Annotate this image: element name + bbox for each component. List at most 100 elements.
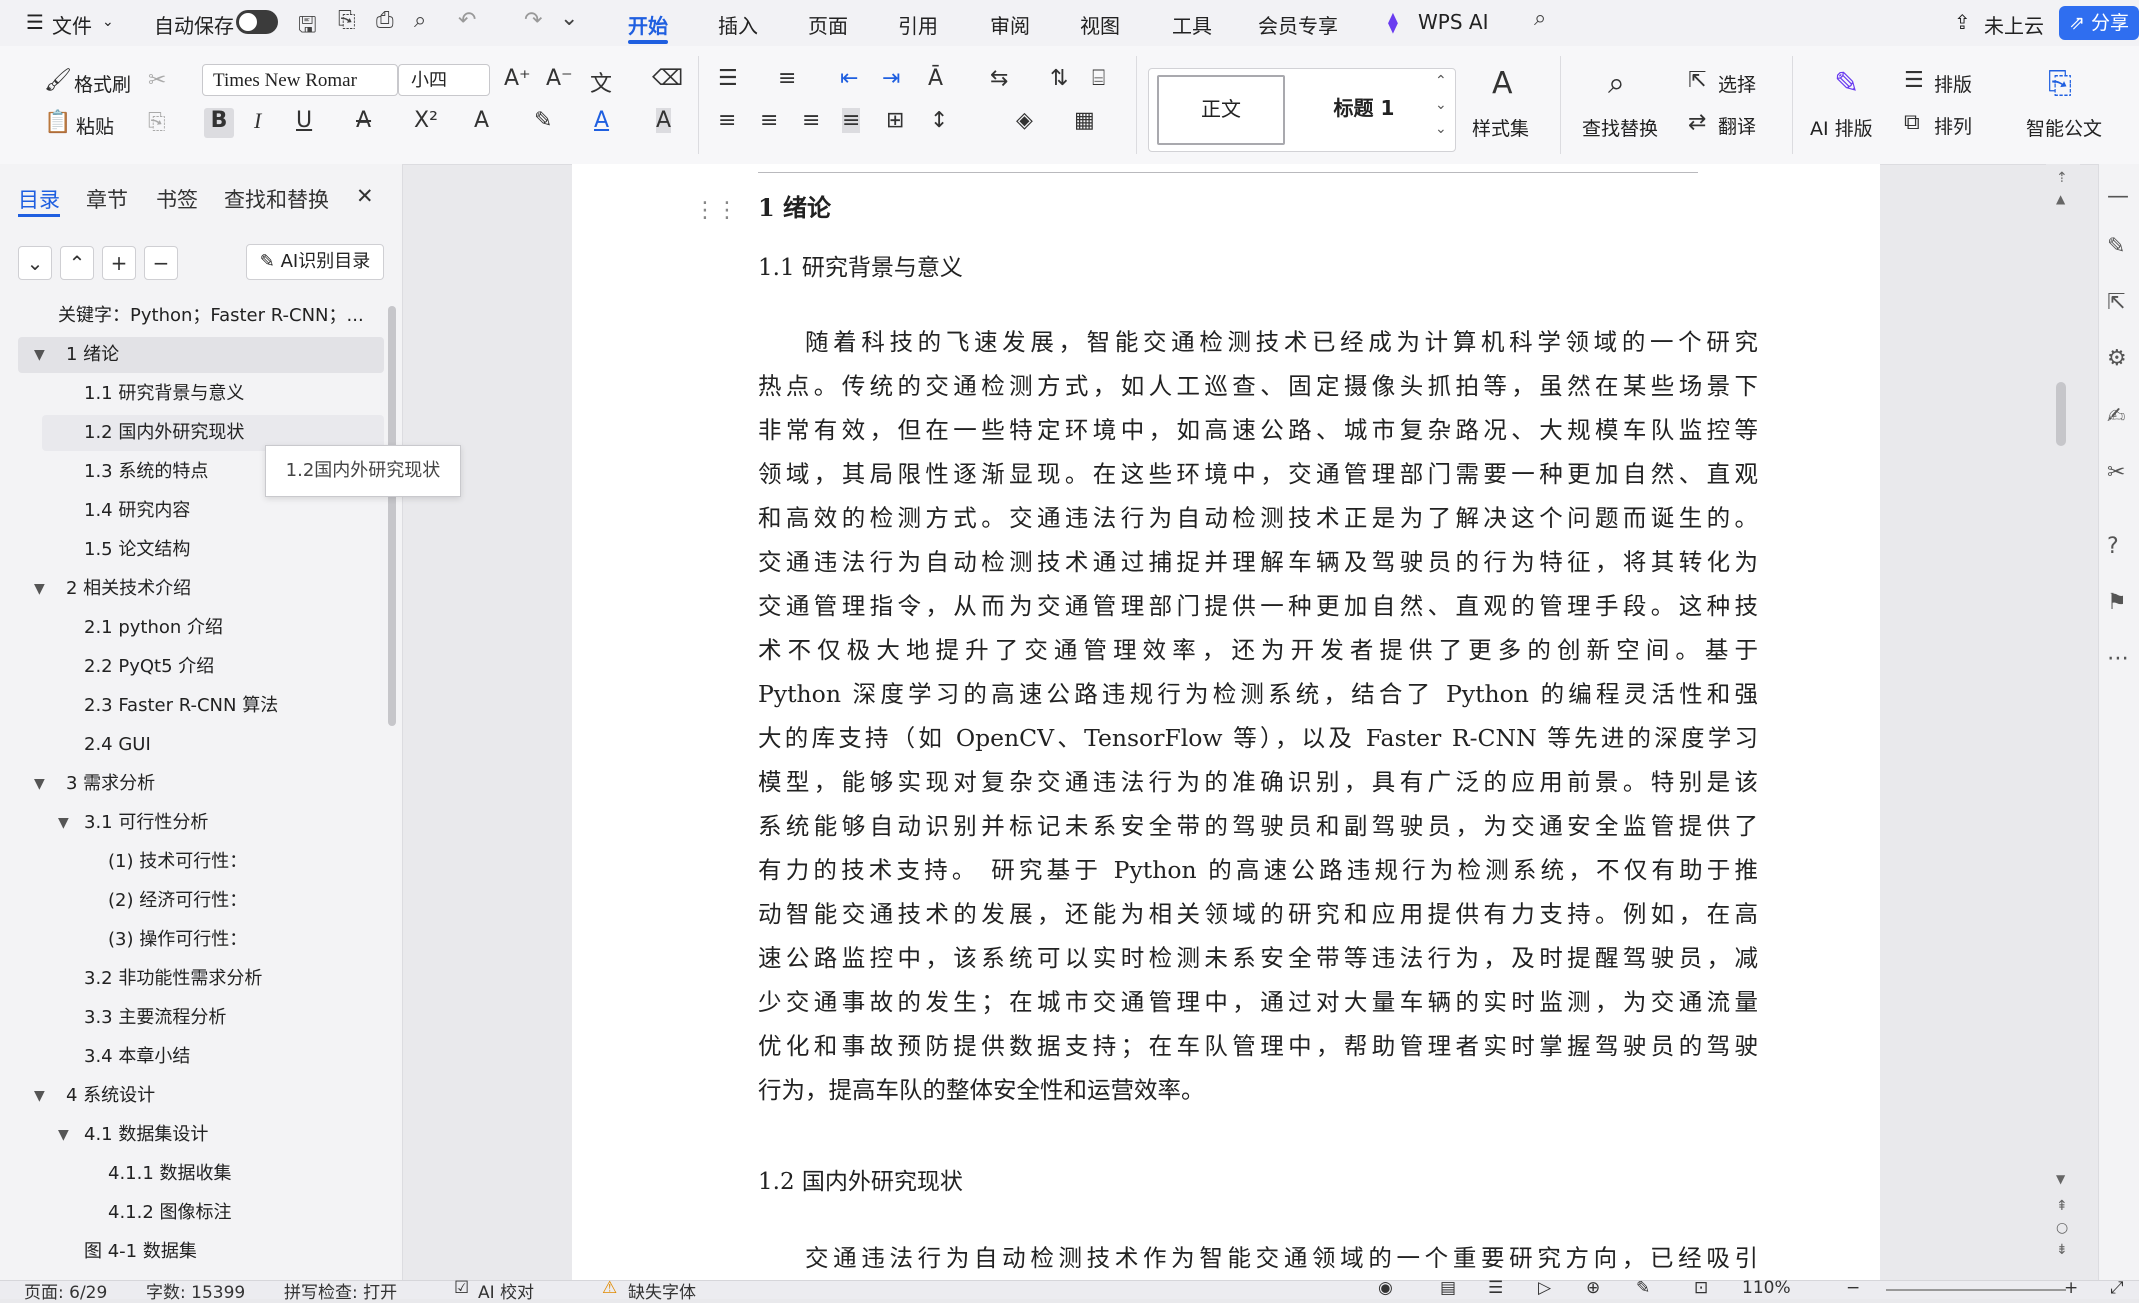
align-right-icon[interactable]: ≡ (802, 108, 820, 133)
arrange-button[interactable]: 排列 (1934, 112, 1972, 139)
help-icon[interactable]: ? (2107, 534, 2119, 559)
text-direction-icon[interactable]: ⇆ (990, 66, 1008, 91)
heading-1[interactable]: 1 绪论 (758, 184, 831, 232)
font-color-icon[interactable]: A (594, 108, 609, 133)
page-indicator[interactable]: 页面: 6/29 (24, 1278, 107, 1303)
tab-references[interactable]: 引用 (898, 10, 938, 39)
file-menu-chevron-icon[interactable]: ⌄ (102, 14, 114, 30)
sort-icon[interactable]: ⇅ (1050, 66, 1068, 91)
toc-item[interactable]: 3.2 非功能性需求分析 (0, 961, 384, 997)
toc-item[interactable]: (2) 经济可行性： (0, 883, 384, 919)
scroll-down-icon[interactable]: ▼ (2056, 1172, 2065, 1186)
web-view-icon[interactable]: ⊕ (1586, 1278, 1600, 1298)
align-left-icon[interactable]: ≡ (718, 108, 736, 133)
pen-icon[interactable]: ✎ (2107, 234, 2125, 259)
fullscreen-icon[interactable]: ⤢ (2110, 1278, 2124, 1298)
toc-item[interactable]: 4.1.1 数据收集 (0, 1156, 384, 1192)
paste-icon[interactable]: 📋 (44, 110, 71, 135)
toc-item[interactable]: ▼ 4 系统设计 (0, 1078, 384, 1114)
zoom-level[interactable]: 110% (1742, 1278, 1791, 1298)
asian-layout-icon[interactable]: Ā (928, 66, 943, 91)
adjust-icon[interactable]: ⚙ (2107, 346, 2127, 371)
select-cursor-icon[interactable]: ⇱ (2107, 290, 2125, 315)
body-paragraph-2[interactable]: 交通违法行为自动检测技术作为智能交通领域的一个重要研究方向，已经吸引 (758, 1236, 1758, 1280)
drag-handle-icon[interactable]: ⋮⋮ (694, 198, 738, 223)
typesetting-icon[interactable]: ☰ (1904, 68, 1924, 93)
quick-access-chevron-icon[interactable]: ⌄ (560, 6, 578, 31)
ai-proof-button[interactable]: AI 校对 (478, 1278, 534, 1303)
font-size-select[interactable]: 小四 (398, 64, 490, 96)
file-menu[interactable]: 文件 (52, 10, 92, 39)
find-icon[interactable]: ⌕ (1608, 66, 1625, 101)
print-preview-icon[interactable]: ⌕ (414, 8, 426, 33)
toc-item[interactable]: 4.1.2 图像标注 (0, 1195, 384, 1231)
more-icon[interactable]: ⋯ (2107, 646, 2129, 671)
tab-tools[interactable]: 工具 (1172, 10, 1212, 39)
gallery-expand-icon[interactable]: ⌄ (1435, 121, 1447, 137)
autosave-toggle[interactable] (236, 10, 278, 34)
style-normal[interactable]: 正文 (1157, 75, 1285, 145)
scroll-top-icon[interactable]: ⇡ (2056, 170, 2068, 186)
scroll-up-icon[interactable]: ▲ (2056, 192, 2065, 206)
toc-item[interactable]: 2.3 Faster R-CNN 算法 (0, 688, 384, 724)
play-icon[interactable]: ▷ (1538, 1278, 1551, 1298)
toc-item[interactable]: ▼ 2 相关技术介绍 (0, 571, 384, 607)
ai-toc-button[interactable]: ✎ AI识别目录 (246, 244, 384, 280)
cloud-status[interactable]: 未上云 (1984, 10, 2044, 39)
heading-1-2[interactable]: 1.2 国内外研究现状 (758, 1160, 963, 1204)
format-painter-icon[interactable]: 🖌 (44, 68, 72, 93)
justify-icon[interactable]: ≡ (842, 108, 861, 133)
toc-item[interactable]: ▼ 3 需求分析 (0, 766, 384, 802)
toc-item[interactable]: ▼ 3.1 可行性分析 (0, 805, 384, 841)
toc-item[interactable]: 3.3 主要流程分析 (0, 1000, 384, 1036)
expand-arrow-icon[interactable]: ▼ (34, 1078, 45, 1114)
tab-wps-ai[interactable]: WPS AI (1418, 10, 1488, 34)
wps-ai-logo-icon[interactable]: ⧫ (1388, 10, 1398, 34)
body-paragraph[interactable]: 随着科技的飞速发展，智能交通检测技术已经成为计算机科学领域的一个研究 热点。传统的… (758, 320, 1758, 1112)
distribute-icon[interactable]: ⊞ (886, 108, 904, 133)
expand-arrow-icon[interactable]: ▼ (34, 766, 45, 802)
tab-review[interactable]: 审阅 (990, 10, 1030, 39)
cloud-upload-icon[interactable]: ⇪ (1954, 10, 1971, 34)
copy-icon[interactable]: ⎘ (148, 110, 166, 135)
signature-icon[interactable]: ✍ (2107, 404, 2125, 429)
arrange-icon[interactable]: ⧉ (1904, 110, 1920, 135)
toc-item[interactable]: 1.5 论文结构 (0, 532, 384, 568)
page-view-icon[interactable]: ▤ (1440, 1278, 1456, 1298)
zoom-slider[interactable] (1886, 1289, 2066, 1291)
show-marks-icon[interactable]: ⌸ (1092, 66, 1105, 91)
toc-item[interactable]: (3) 操作可行性： (0, 922, 384, 958)
export-icon[interactable]: ⎘ (338, 8, 356, 33)
ai-proof-icon[interactable]: ☑ (454, 1278, 469, 1298)
tab-home[interactable]: 开始 (628, 10, 668, 39)
translate-button[interactable]: 翻译 (1718, 112, 1756, 139)
nav-scrollbar[interactable] (388, 306, 396, 726)
tab-sections[interactable]: 章节 (86, 184, 128, 214)
translate-icon[interactable]: ⇄ (1688, 110, 1706, 135)
tools-icon[interactable]: ✂ (2107, 460, 2125, 485)
zoom-out-icon[interactable]: − (1846, 1278, 1860, 1298)
outline-view-icon[interactable]: ☰ (1488, 1278, 1503, 1298)
expand-arrow-icon[interactable]: ▼ (58, 1117, 69, 1153)
expand-up-button[interactable]: ⌃ (60, 246, 94, 280)
toc-item[interactable]: ▼ 4.1 数据集设计 (0, 1117, 384, 1153)
phonetic-guide-icon[interactable]: 文 (590, 66, 612, 98)
close-pane-icon[interactable]: ✕ (356, 184, 374, 208)
search-icon[interactable]: ⌕ (1534, 6, 1546, 31)
toc-item[interactable]: 关键字：Python；Faster R-CNN；... (0, 298, 384, 334)
decrease-indent-icon[interactable]: ⇤ (840, 66, 858, 91)
shrink-font-icon[interactable]: A⁻ (546, 66, 573, 91)
toc-item[interactable]: 1.1 研究背景与意义 (0, 376, 384, 412)
zoom-in-icon[interactable]: + (2064, 1278, 2078, 1298)
text-effect-icon[interactable]: A (474, 108, 489, 133)
toc-item[interactable]: 1.4 研究内容 (0, 493, 384, 529)
toc-item[interactable]: 2.1 python 介绍 (0, 610, 384, 646)
select-button[interactable]: 选择 (1718, 70, 1756, 97)
toc-item[interactable]: 2.4 GUI (0, 727, 384, 763)
tab-page[interactable]: 页面 (808, 10, 848, 39)
tab-bookmarks[interactable]: 书签 (156, 184, 198, 214)
italic-icon[interactable]: I (254, 108, 261, 134)
share-button[interactable]: ⇗ 分享 (2059, 6, 2139, 40)
smart-doc-button[interactable]: 智能公文 (2026, 114, 2102, 141)
ai-layout-button[interactable]: AI 排版 (1810, 114, 1873, 141)
